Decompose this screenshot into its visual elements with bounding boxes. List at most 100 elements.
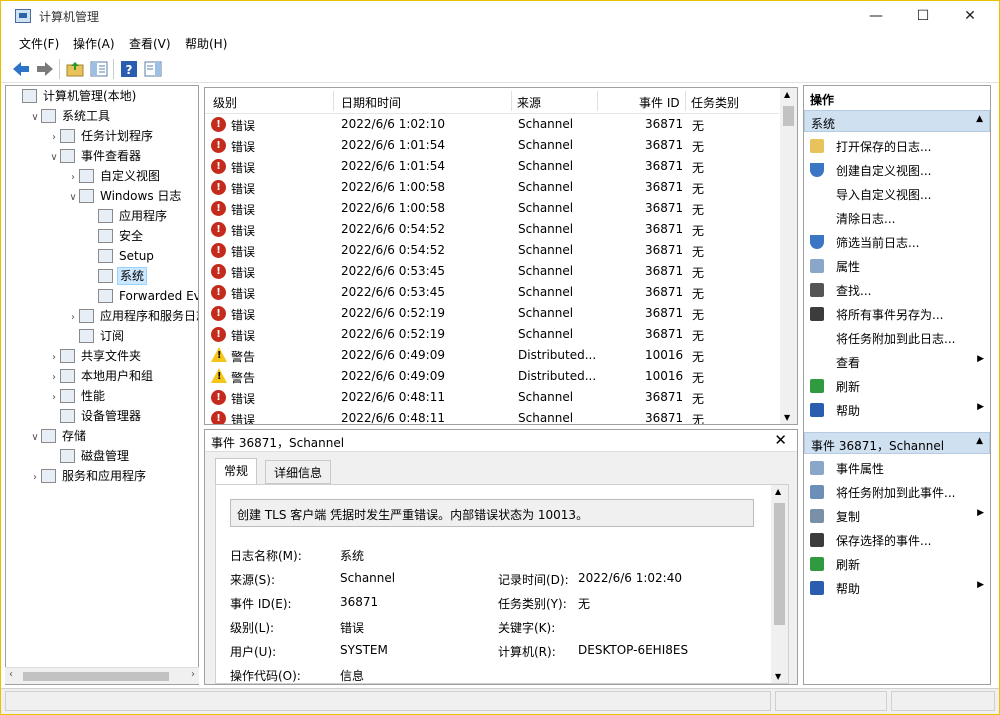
action-item[interactable]: 打开保存的日志... bbox=[804, 134, 990, 158]
tree-node[interactable]: 安全 bbox=[86, 226, 145, 246]
tree-node[interactable]: › 应用程序和服务日志 bbox=[67, 306, 198, 328]
collapse-icon[interactable]: ▲ bbox=[976, 114, 983, 124]
event-row[interactable]: 警告 2022/6/6 0:49:09 Distributed... 10016 无 bbox=[205, 345, 779, 366]
event-source: Schannel bbox=[518, 285, 574, 299]
actions-section-system[interactable]: 系统 ▲ bbox=[804, 110, 990, 132]
menu-action[interactable]: 操作(A) bbox=[73, 35, 115, 52]
event-row[interactable]: ! 错误 2022/6/6 0:53:45 Schannel 36871 无 bbox=[205, 261, 779, 282]
menu-file[interactable]: 文件(F) bbox=[19, 35, 59, 52]
tree-node[interactable]: 订阅 bbox=[67, 326, 126, 346]
action-item[interactable]: 导入自定义视图... bbox=[804, 182, 990, 206]
collapsed-chevron-icon[interactable]: › bbox=[29, 468, 41, 488]
maximize-button[interactable]: ☐ bbox=[900, 1, 946, 31]
collapsed-chevron-icon[interactable]: › bbox=[67, 308, 79, 328]
tree-node-label: 自定义视图 bbox=[100, 169, 161, 183]
tree-node[interactable]: ∨ 事件查看器 bbox=[48, 146, 143, 166]
action-item[interactable]: 刷新 bbox=[804, 552, 990, 576]
action-item[interactable]: 创建自定义视图... bbox=[804, 158, 990, 182]
tree-node[interactable]: 系统 bbox=[86, 266, 148, 286]
tree-node[interactable]: › 服务和应用程序 bbox=[29, 466, 148, 486]
tree-node-label: 本地用户和组 bbox=[81, 369, 154, 383]
minimize-button[interactable]: — bbox=[853, 1, 899, 31]
column-event-id[interactable]: 事件 ID bbox=[639, 94, 680, 111]
action-item[interactable]: 将任务附加到此日志... bbox=[804, 326, 990, 350]
collapse-icon[interactable]: ▲ bbox=[976, 436, 983, 446]
event-row[interactable]: ! 错误 2022/6/6 0:53:45 Schannel 36871 无 bbox=[205, 282, 779, 303]
column-source[interactable]: 来源 bbox=[517, 94, 541, 111]
action-item[interactable]: 刷新 bbox=[804, 374, 990, 398]
column-datetime[interactable]: 日期和时间 bbox=[341, 94, 401, 111]
collapsed-chevron-icon[interactable]: › bbox=[48, 368, 60, 388]
event-row[interactable]: ! 错误 2022/6/6 1:02:10 Schannel 36871 无 bbox=[205, 114, 779, 135]
action-item[interactable]: 帮助 ▶ bbox=[804, 398, 990, 422]
tree-node[interactable]: › 共享文件夹 bbox=[48, 346, 143, 366]
column-task-category[interactable]: 任务类别 bbox=[691, 94, 739, 111]
tree-node[interactable]: › 性能 bbox=[48, 386, 107, 406]
collapsed-chevron-icon[interactable]: › bbox=[48, 128, 60, 148]
expanded-chevron-icon[interactable]: ∨ bbox=[29, 108, 41, 128]
event-datetime: 2022/6/6 0:48:11 bbox=[341, 411, 445, 425]
detail-scrollbar[interactable]: ▲ ▼ bbox=[771, 485, 788, 683]
action-item[interactable]: 将任务附加到此事件... bbox=[804, 480, 990, 504]
action-item[interactable]: 清除日志... bbox=[804, 206, 990, 230]
tree-node[interactable]: 磁盘管理 bbox=[48, 446, 131, 466]
tree-node[interactable]: Setup bbox=[86, 246, 156, 266]
actions-section-event[interactable]: 事件 36871，Schannel ▲ bbox=[804, 432, 990, 454]
tree-node[interactable]: 计算机管理(本地) bbox=[10, 86, 138, 106]
menu-help[interactable]: 帮助(H) bbox=[185, 35, 227, 52]
action-item[interactable]: 保存选择的事件... bbox=[804, 528, 990, 552]
tree-node[interactable]: 设备管理器 bbox=[48, 406, 143, 426]
action-item[interactable]: 将所有事件另存为... bbox=[804, 302, 990, 326]
show-hide-tree-icon[interactable] bbox=[89, 59, 109, 79]
action-item[interactable]: 筛选当前日志... bbox=[804, 230, 990, 254]
menu-view[interactable]: 查看(V) bbox=[129, 35, 171, 52]
event-row[interactable]: ! 错误 2022/6/6 0:48:11 Schannel 36871 无 bbox=[205, 387, 779, 408]
event-category: 无 bbox=[692, 308, 705, 322]
detail-close-icon[interactable]: ✕ bbox=[774, 431, 787, 449]
tree-node[interactable]: › 任务计划程序 bbox=[48, 126, 155, 146]
action-item[interactable]: 属性 bbox=[804, 254, 990, 278]
event-list-scrollbar[interactable]: ▲ ▼ bbox=[780, 88, 797, 424]
tree-node[interactable]: 应用程序 bbox=[86, 206, 169, 226]
collapsed-chevron-icon[interactable]: › bbox=[48, 348, 60, 368]
show-hide-action-pane-icon[interactable] bbox=[143, 59, 163, 79]
tree-node[interactable]: Forwarded Eve bbox=[86, 286, 198, 306]
event-row[interactable]: ! 错误 2022/6/6 1:00:58 Schannel 36871 无 bbox=[205, 198, 779, 219]
back-arrow-icon[interactable] bbox=[11, 59, 31, 79]
event-row[interactable]: ! 错误 2022/6/6 0:52:19 Schannel 36871 无 bbox=[205, 303, 779, 324]
expanded-chevron-icon[interactable]: ∨ bbox=[48, 148, 60, 168]
action-item[interactable]: 查看 ▶ bbox=[804, 350, 990, 374]
action-item[interactable]: 复制 ▶ bbox=[804, 504, 990, 528]
action-item[interactable]: 查找... bbox=[804, 278, 990, 302]
event-row[interactable]: ! 错误 2022/6/6 1:00:58 Schannel 36871 无 bbox=[205, 177, 779, 198]
up-folder-icon[interactable] bbox=[65, 59, 85, 79]
tab-general[interactable]: 常规 bbox=[215, 458, 258, 485]
action-item[interactable]: 事件属性 bbox=[804, 456, 990, 480]
action-item[interactable]: 帮助 ▶ bbox=[804, 576, 990, 600]
close-button[interactable]: ✕ bbox=[947, 1, 993, 31]
event-row[interactable]: ! 错误 2022/6/6 0:54:52 Schannel 36871 无 bbox=[205, 240, 779, 261]
collapsed-chevron-icon[interactable]: › bbox=[48, 388, 60, 408]
collapsed-chevron-icon[interactable]: › bbox=[67, 168, 79, 188]
expanded-chevron-icon[interactable]: ∨ bbox=[67, 188, 79, 208]
help-icon[interactable]: ? bbox=[119, 59, 139, 79]
forward-arrow-icon[interactable] bbox=[35, 59, 55, 79]
tree-node[interactable]: ∨ 系统工具 bbox=[29, 106, 112, 126]
event-row[interactable]: 警告 2022/6/6 0:49:09 Distributed... 10016 无 bbox=[205, 366, 779, 387]
tree-node[interactable]: › 本地用户和组 bbox=[48, 366, 155, 386]
tree-node[interactable]: ∨ 存储 bbox=[29, 426, 88, 446]
error-icon: ! bbox=[211, 411, 226, 424]
tree-node[interactable]: › 自定义视图 bbox=[67, 166, 162, 186]
expanded-chevron-icon[interactable]: ∨ bbox=[29, 428, 41, 448]
event-row[interactable]: ! 错误 2022/6/6 1:01:54 Schannel 36871 无 bbox=[205, 156, 779, 177]
column-level[interactable]: 级别 bbox=[213, 94, 237, 111]
event-row[interactable]: ! 错误 2022/6/6 0:48:11 Schannel 36871 无 bbox=[205, 408, 779, 425]
console-tree: 计算机管理(本地) ∨ 系统工具 › 任务计划程序 ∨ 事件查看器 › 自定义视图 ∨ Window… bbox=[5, 85, 199, 685]
event-row[interactable]: ! 错误 2022/6/6 0:54:52 Schannel 36871 无 bbox=[205, 219, 779, 240]
event-row[interactable]: ! 错误 2022/6/6 0:52:19 Schannel 36871 无 bbox=[205, 324, 779, 345]
tab-details[interactable]: 详细信息 bbox=[265, 460, 332, 484]
tree-node-label: 事件查看器 bbox=[81, 149, 142, 163]
tree-node[interactable]: ∨ Windows 日志 bbox=[67, 186, 183, 206]
tree-horizontal-scrollbar[interactable]: ‹ › bbox=[5, 667, 199, 684]
event-row[interactable]: ! 错误 2022/6/6 1:01:54 Schannel 36871 无 bbox=[205, 135, 779, 156]
